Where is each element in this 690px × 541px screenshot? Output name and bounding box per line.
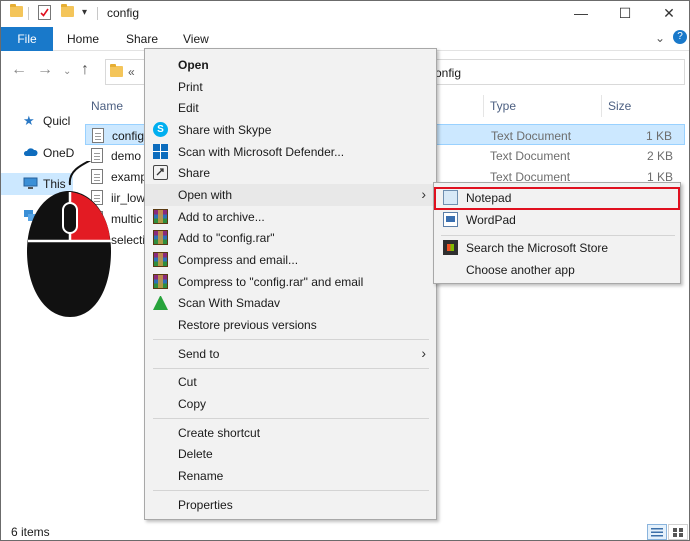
title-separator [97, 7, 98, 20]
wordpad-icon [443, 212, 458, 227]
defender-shield-icon [153, 144, 168, 159]
menu-separator [153, 339, 429, 340]
menu-separator [153, 368, 429, 369]
menu-item-copy[interactable]: Copy [145, 393, 436, 415]
toolbar-separator [28, 7, 29, 20]
open-with-submenu: Notepad WordPad Search the Microsoft Sto… [433, 182, 681, 284]
file-name: examp [111, 170, 148, 184]
menu-item-scan-smadav[interactable]: Scan With Smadav [145, 292, 436, 314]
text-file-icon [92, 128, 104, 143]
microsoft-store-icon [443, 240, 458, 255]
mouse-illustration-icon [23, 158, 113, 321]
submenu-arrow-icon: › [421, 345, 426, 361]
menu-item-create-shortcut[interactable]: Create shortcut [145, 422, 436, 444]
tab-home[interactable]: Home [67, 27, 99, 51]
skype-icon: S [153, 122, 168, 137]
menu-item-share[interactable]: Share [145, 162, 436, 184]
up-arrow-icon[interactable]: ↑ [81, 61, 89, 79]
menu-item-scan-defender[interactable]: Scan with Microsoft Defender... [145, 141, 436, 163]
file-name: demo [111, 149, 142, 163]
notepad-highlight-box [434, 187, 680, 210]
column-header-name[interactable]: Name [91, 99, 123, 113]
menu-item-add-config-rar[interactable]: Add to "config.rar" [145, 227, 436, 249]
menu-separator [153, 490, 429, 491]
file-size: 1 KB [645, 129, 672, 143]
address-prefix: « [128, 65, 135, 79]
menu-item-cut[interactable]: Cut [145, 371, 436, 393]
menu-item-properties[interactable]: Properties [145, 494, 436, 516]
submenu-item-choose-another[interactable]: Choose another app [434, 259, 680, 281]
menu-item-compress-config-email[interactable]: Compress to "config.rar" and email [145, 271, 436, 293]
file-name: multic [111, 212, 143, 226]
file-size: 2 KB [646, 149, 673, 163]
column-header-size[interactable]: Size [608, 99, 631, 113]
menu-item-send-to[interactable]: Send to › [145, 343, 436, 365]
menu-item-edit[interactable]: Edit [145, 97, 436, 119]
winrar-icon [153, 230, 168, 245]
menu-item-delete[interactable]: Delete [145, 443, 436, 465]
menu-item-restore-versions[interactable]: Restore previous versions [145, 314, 436, 336]
recent-locations-icon[interactable]: ⌄ [63, 66, 71, 77]
menu-separator [441, 235, 675, 236]
tab-file[interactable]: File [1, 27, 53, 51]
ribbon-expand-icon[interactable]: ⌄ [655, 31, 665, 45]
winrar-icon [153, 209, 168, 224]
column-header-type[interactable]: Type [490, 99, 516, 113]
file-type: Text Document [491, 129, 572, 143]
title-bar: ▾ config — ☐ ✕ [1, 1, 689, 27]
close-button[interactable]: ✕ [647, 1, 689, 25]
back-arrow-icon[interactable]: ← [11, 61, 27, 79]
file-explorer-window: ▾ config — ☐ ✕ File Home Share View ⌄ ? … [0, 0, 690, 541]
context-menu: Open Print Edit S Share with Skype Scan … [144, 48, 437, 520]
nav-quick-access[interactable]: ★ Quicl [1, 110, 73, 132]
menu-item-print[interactable]: Print [145, 76, 436, 98]
winrar-icon [153, 274, 168, 289]
address-folder-icon [110, 64, 123, 77]
submenu-item-search-store[interactable]: Search the Microsoft Store [434, 237, 680, 259]
star-icon: ★ [23, 113, 35, 128]
menu-separator [153, 418, 429, 419]
submenu-arrow-icon: › [421, 186, 426, 202]
forward-arrow-icon[interactable]: → [37, 61, 53, 79]
menu-item-open[interactable]: Open [145, 54, 436, 76]
menu-item-add-archive[interactable]: Add to archive... [145, 206, 436, 228]
column-divider[interactable] [601, 95, 602, 117]
cloud-icon [23, 146, 38, 160]
column-divider[interactable] [483, 95, 484, 117]
items-count: 6 items [11, 525, 50, 539]
properties-check-icon[interactable] [38, 5, 51, 20]
file-type: Text Document [490, 149, 571, 163]
share-icon [153, 165, 168, 180]
menu-item-compress-email[interactable]: Compress and email... [145, 249, 436, 271]
details-view-icon[interactable] [647, 524, 667, 540]
maximize-button[interactable]: ☐ [603, 1, 647, 25]
status-bar: 6 items [1, 523, 689, 540]
menu-item-rename[interactable]: Rename [145, 465, 436, 487]
menu-item-share-skype[interactable]: S Share with Skype [145, 119, 436, 141]
window-title: config [107, 6, 140, 20]
minimize-button[interactable]: — [559, 1, 603, 25]
file-name: config [112, 129, 145, 143]
winrar-icon [153, 252, 168, 267]
new-folder-icon[interactable] [61, 4, 74, 17]
file-name: selecti [111, 233, 146, 247]
large-icons-view-icon[interactable] [668, 524, 688, 540]
menu-item-open-with[interactable]: Open with › [145, 184, 436, 206]
folder-icon [10, 4, 23, 17]
file-name: iir_low [111, 191, 146, 205]
help-icon[interactable]: ? [673, 30, 687, 44]
smadav-icon [153, 295, 168, 310]
submenu-item-wordpad[interactable]: WordPad [434, 209, 680, 231]
customize-quick-access-icon[interactable]: ▾ [82, 7, 87, 18]
